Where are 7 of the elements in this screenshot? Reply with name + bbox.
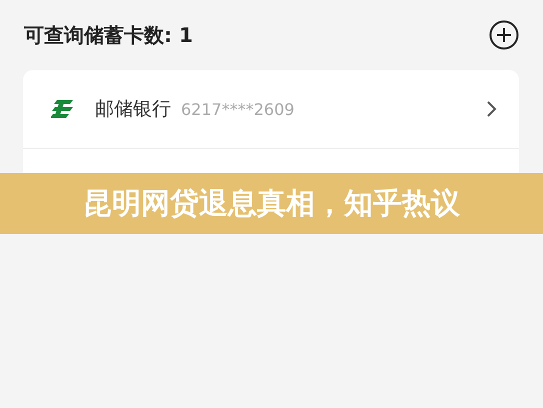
add-icon[interactable]: [489, 20, 519, 50]
bank-logo-icon: [51, 98, 75, 120]
chevron-right-icon[interactable]: [485, 99, 499, 119]
card-number: 6217****2609: [181, 100, 296, 118]
bank-name: 邮储银行: [95, 97, 171, 122]
banner-title: 昆明网贷退息真相，知乎热议: [83, 184, 460, 222]
card-count-title: 可查询储蓄卡数: 1: [24, 22, 193, 48]
